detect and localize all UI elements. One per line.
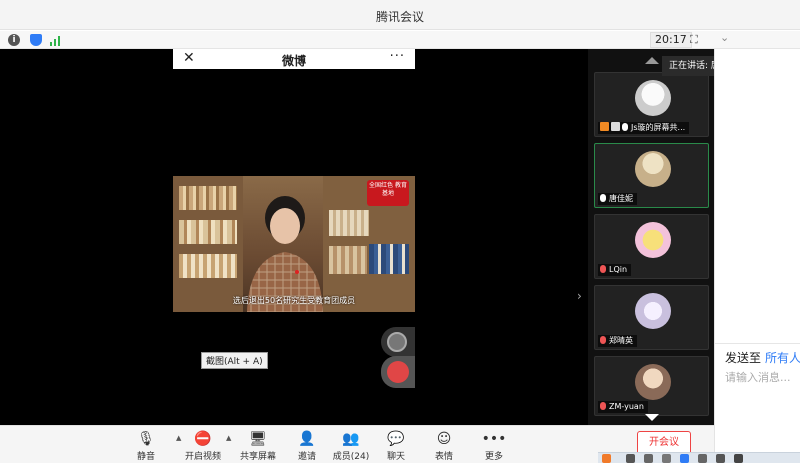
invite-button[interactable]: 👤 邀请: [287, 430, 327, 462]
fullscreen-icon[interactable]: ⛶: [690, 33, 698, 47]
avatar: [635, 80, 671, 116]
share-screen-icon: 🖥: [249, 431, 267, 447]
title-bar: 腾讯会议: [0, 0, 800, 30]
avatar: [635, 222, 671, 258]
send-to-target[interactable]: 所有人: [765, 351, 800, 365]
mic-muted-icon: [600, 265, 606, 273]
avatar: [635, 151, 671, 187]
tray-app-icon[interactable]: [602, 454, 611, 463]
mic-muted-icon: [600, 402, 606, 410]
chevron-down-icon[interactable]: ⌄: [720, 31, 729, 44]
avatar: [635, 364, 671, 400]
floating-app-button[interactable]: [381, 356, 415, 388]
participant-tile[interactable]: LQin: [594, 214, 709, 279]
participant-panel: Js璇的屏幕共... 唐佳妮 LQin 郑晴英 ZM-yuan: [588, 49, 714, 425]
shield-icon[interactable]: [30, 34, 42, 46]
signal-icon[interactable]: [50, 34, 62, 46]
participant-name-tag: 郑晴英: [598, 335, 637, 347]
participant-name: LQin: [609, 265, 628, 274]
tray-app-icon[interactable]: [626, 454, 635, 463]
tray-app-icon[interactable]: [644, 454, 653, 463]
video-off-icon: ⛔: [194, 431, 212, 447]
window-title: 腾讯会议: [375, 10, 424, 24]
participant-name: ZM-yuan: [609, 402, 644, 411]
tray-app-icon[interactable]: [734, 454, 743, 463]
floating-capture-button[interactable]: [381, 327, 415, 357]
more-dots-icon: •••: [481, 431, 507, 447]
scroll-down-icon[interactable]: [645, 414, 659, 421]
add-user-icon: 👤: [298, 431, 316, 447]
shared-video: 全国红色 教育基地 选后退出50名研究生受教育团成员: [173, 176, 415, 312]
participant-tile[interactable]: Js璇的屏幕共...: [594, 72, 709, 137]
video-options-caret[interactable]: ▲: [226, 434, 231, 442]
more-button[interactable]: ••• 更多: [474, 430, 514, 462]
participant-tile[interactable]: 唐佳妮: [594, 143, 709, 208]
participant-tile[interactable]: 郑晴英: [594, 285, 709, 350]
tray-app-icon[interactable]: [716, 454, 725, 463]
participant-name: 郑晴英: [609, 336, 633, 345]
share-screen-button[interactable]: 🖥 共享屏幕: [238, 430, 278, 462]
tray-app-icon[interactable]: [680, 454, 689, 463]
chat-input[interactable]: 请输入消息...: [725, 369, 791, 385]
avatar: [635, 293, 671, 329]
chat-icon: 💬: [387, 431, 405, 447]
status-bar: i 20:17 ⛶ ⌄: [0, 31, 800, 49]
participant-name: Js璇的屏幕共...: [631, 123, 686, 132]
broadcast-logo: 全国红色 教育基地: [367, 180, 409, 206]
send-to-row: 发送至 所有人: [725, 349, 800, 366]
chat-button[interactable]: 💬 聊天: [376, 430, 416, 462]
meeting-timer: 20:17: [650, 32, 692, 48]
shared-screen-stage: ✕ 微博 ··· 全国红色 教育基地 选后退出50名研究生受教育团成员 截图(A…: [0, 49, 588, 425]
tray-strip: [598, 452, 800, 463]
video-subtitle: 选后退出50名研究生受教育团成员: [232, 296, 356, 305]
record-icon: [387, 332, 407, 352]
speaker-figure: [247, 196, 323, 312]
participant-name: 唐佳妮: [609, 194, 633, 203]
members-button[interactable]: 👥 成员(24): [331, 430, 371, 462]
chat-divider: [715, 343, 800, 344]
chat-panel: 发送至 所有人 请输入消息...: [714, 49, 800, 425]
screen-share-icon: [611, 122, 620, 131]
more-icon[interactable]: ···: [390, 49, 405, 64]
participant-name-tag: Js璇的屏幕共...: [598, 122, 690, 134]
mute-button[interactable]: 🎙 静音: [126, 430, 166, 462]
host-icon: [600, 122, 609, 131]
weibo-header: ✕ 微博 ···: [173, 49, 415, 69]
info-icon[interactable]: i: [8, 34, 20, 46]
reaction-button[interactable]: ☺ 表情: [424, 430, 464, 462]
smile-icon: ☺: [436, 431, 452, 447]
mic-icon: [622, 123, 628, 131]
weibo-title: 微博: [281, 54, 306, 68]
app-icon: [387, 361, 409, 383]
audio-options-caret[interactable]: ▲: [176, 434, 181, 442]
participant-name-tag: 唐佳妮: [598, 193, 637, 205]
mic-muted-icon: [600, 336, 606, 344]
tray-app-icon[interactable]: [662, 454, 671, 463]
tray-app-icon[interactable]: [698, 454, 707, 463]
members-icon: 👥: [342, 431, 360, 447]
chevron-right-icon[interactable]: ›: [577, 289, 582, 303]
video-button[interactable]: ⛔ 开启视频: [183, 430, 223, 462]
microphone-icon: 🎙: [137, 431, 155, 447]
mic-icon: [600, 194, 606, 202]
screenshot-tooltip: 截图(Alt + A): [201, 352, 268, 369]
participant-name-tag: LQin: [598, 264, 632, 276]
participant-name-tag: ZM-yuan: [598, 401, 648, 413]
scroll-up-icon[interactable]: [645, 57, 659, 64]
participant-tile[interactable]: ZM-yuan: [594, 356, 709, 416]
send-to-label: 发送至: [725, 351, 762, 365]
